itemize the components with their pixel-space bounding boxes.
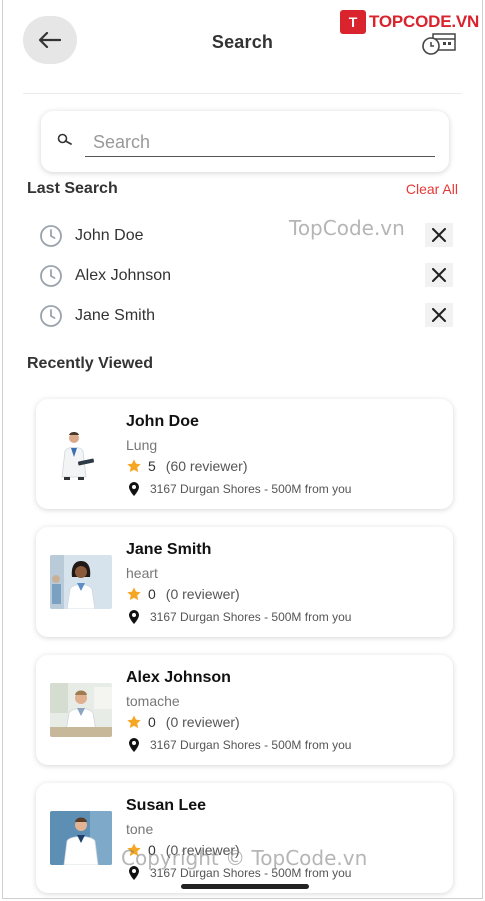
rating-row: 0 (0 reviewer) — [126, 586, 240, 602]
doctor-photo — [50, 427, 112, 481]
clock-icon — [40, 265, 62, 287]
search-input[interactable] — [85, 129, 435, 157]
recent-search-label: Alex Johnson — [75, 267, 172, 284]
header-divider — [23, 93, 462, 94]
doctor-card[interactable]: John Doe Lung 5 (60 reviewer) 3167 Durga… — [36, 399, 453, 509]
doctor-name: Alex Johnson — [126, 669, 231, 686]
recently-viewed-title: Recently Viewed — [27, 355, 153, 372]
remove-search-button[interactable] — [425, 263, 453, 287]
rating-value: 0 — [148, 586, 156, 602]
doctor-name: Jane Smith — [126, 541, 212, 558]
doctor-specialty: tone — [126, 821, 154, 837]
app-screen: Search T TOPCODE.VN Last Search Clear Al… — [2, 0, 483, 899]
address-row: 3167 Durgan Shores - 500M from you — [128, 482, 351, 496]
doctor-address: 3167 Durgan Shores - 500M from you — [150, 610, 352, 624]
doctor-address: 3167 Durgan Shores - 500M from you — [150, 738, 352, 752]
doctor-address: 3167 Durgan Shores - 500M from you — [150, 866, 352, 880]
search-icon — [57, 133, 72, 145]
doctor-card[interactable]: Jane Smith heart 0 (0 reviewer) 3167 Dur… — [36, 527, 453, 637]
rating-value: 0 — [148, 714, 156, 730]
star-icon — [127, 843, 141, 857]
address-row: 3167 Durgan Shores - 500M from you — [128, 866, 351, 880]
home-indicator — [181, 884, 309, 889]
remove-search-button[interactable] — [425, 223, 453, 247]
review-count: (0 reviewer) — [165, 586, 240, 602]
clock-calendar-icon — [422, 33, 456, 55]
review-count: (0 reviewer) — [165, 714, 240, 730]
rating-row: 0 (0 reviewer) — [126, 714, 240, 730]
recent-search-item[interactable]: John Doe — [39, 223, 455, 249]
close-icon — [432, 228, 446, 242]
rating-row: 0 (0 reviewer) — [126, 842, 240, 858]
location-pin-icon — [129, 738, 139, 752]
last-search-title: Last Search — [27, 180, 118, 197]
brand-mark: T — [340, 10, 366, 34]
brand-text: TOPCODE.VN — [369, 12, 480, 31]
doctor-name: John Doe — [126, 413, 199, 430]
location-pin-icon — [129, 866, 139, 880]
doctor-name: Susan Lee — [126, 797, 207, 814]
doctor-specialty: Lung — [126, 437, 158, 453]
close-icon — [432, 308, 446, 322]
doctor-card[interactable]: Susan Lee tone 0 (0 reviewer) 3167 Durga… — [36, 783, 453, 893]
clock-icon — [40, 305, 62, 327]
close-icon — [432, 268, 446, 282]
location-pin-icon — [129, 610, 139, 624]
recent-search-label: Jane Smith — [75, 307, 156, 324]
doctor-photo — [50, 811, 112, 865]
clock-icon — [40, 225, 62, 247]
rating-row: 5 (60 reviewer) — [126, 458, 248, 474]
address-row: 3167 Durgan Shores - 500M from you — [128, 610, 351, 624]
doctor-address: 3167 Durgan Shores - 500M from you — [150, 482, 352, 496]
remove-search-button[interactable] — [425, 303, 453, 327]
doctor-specialty: heart — [126, 565, 158, 581]
review-count: (60 reviewer) — [165, 458, 248, 474]
brand-logo: T TOPCODE.VN — [340, 10, 479, 34]
clear-all-button[interactable]: Clear All — [406, 181, 458, 197]
star-icon — [127, 715, 141, 729]
location-pin-icon — [129, 482, 139, 496]
recent-search-item[interactable]: Jane Smith — [39, 303, 455, 329]
page-title: Search — [211, 32, 274, 52]
doctor-photo — [50, 555, 112, 609]
rating-value: 0 — [148, 842, 156, 858]
star-icon — [127, 587, 141, 601]
review-count: (0 reviewer) — [165, 842, 240, 858]
doctor-card[interactable]: Alex Johnson tomache 0 (0 reviewer) 3167… — [36, 655, 453, 765]
address-row: 3167 Durgan Shores - 500M from you — [128, 738, 351, 752]
search-bar — [41, 111, 449, 172]
recent-search-label: John Doe — [75, 227, 144, 244]
rating-value: 5 — [148, 458, 156, 474]
recent-search-item[interactable]: Alex Johnson — [39, 263, 455, 289]
doctor-photo — [50, 683, 112, 737]
doctor-specialty: tomache — [126, 693, 180, 709]
star-icon — [127, 459, 141, 473]
